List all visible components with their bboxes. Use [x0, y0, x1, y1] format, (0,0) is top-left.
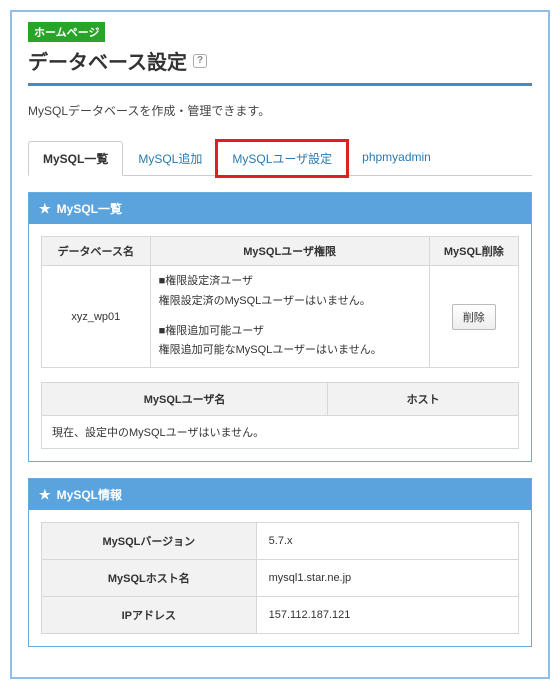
cell-userperm: ■権限設定済ユーザ 権限設定済のMySQLユーザーはいません。 ■権限追加可能ユ…: [150, 266, 429, 368]
info-ip-label: IPアドレス: [42, 597, 257, 634]
info-table: MySQLバージョン 5.7.x MySQLホスト名 mysql1.star.n…: [41, 522, 519, 634]
perm-set-block: ■権限設定済ユーザ 権限設定済のMySQLユーザーはいません。: [159, 272, 421, 312]
help-icon[interactable]: ?: [193, 54, 207, 68]
table-row: MySQLバージョン 5.7.x: [42, 523, 519, 560]
panel-mysql-info-title: MySQL情報: [57, 486, 122, 503]
db-table: データベース名 MySQLユーザ権限 MySQL削除 xyz_wp01 ■権限設…: [41, 236, 519, 368]
col-username: MySQLユーザ名: [42, 383, 328, 416]
perm-set-label: ■権限設定済ユーザ: [159, 272, 421, 292]
panel-mysql-info-body: MySQLバージョン 5.7.x MySQLホスト名 mysql1.star.n…: [29, 510, 531, 646]
col-userperm: MySQLユーザ権限: [150, 237, 429, 266]
info-ip-value: 157.112.187.121: [256, 597, 518, 634]
tab-mysql-add[interactable]: MySQL追加: [123, 141, 217, 176]
panel-mysql-list: ★ MySQL一覧 データベース名 MySQLユーザ権限 MySQL削除 xyz…: [28, 192, 532, 462]
info-host-value: mysql1.star.ne.jp: [256, 560, 518, 597]
col-host: ホスト: [328, 383, 519, 416]
col-dbname: データベース名: [42, 237, 151, 266]
intro-text: MySQLデータベースを作成・管理できます。: [28, 102, 532, 119]
info-version-label: MySQLバージョン: [42, 523, 257, 560]
table-row: IPアドレス 157.112.187.121: [42, 597, 519, 634]
panel-mysql-info-header: ★ MySQL情報: [29, 479, 531, 510]
cell-delete: 削除: [429, 266, 518, 368]
page-title: データベース設定 ?: [28, 46, 532, 75]
perm-add-block: ■権限追加可能ユーザ 権限追加可能なMySQLユーザーはいません。: [159, 322, 421, 362]
table-row: MySQLホスト名 mysql1.star.ne.jp: [42, 560, 519, 597]
info-version-value: 5.7.x: [256, 523, 518, 560]
panel-mysql-list-body: データベース名 MySQLユーザ権限 MySQL削除 xyz_wp01 ■権限設…: [29, 224, 531, 461]
star-icon: ★: [39, 202, 51, 215]
tab-bar: MySQL一覧 MySQL追加 MySQLユーザ設定 phpmyadmin: [28, 141, 532, 176]
user-table-empty: 現在、設定中のMySQLユーザはいません。: [42, 416, 519, 449]
section-badge: ホームページ: [28, 22, 105, 42]
info-host-label: MySQLホスト名: [42, 560, 257, 597]
perm-add-msg: 権限追加可能なMySQLユーザーはいません。: [159, 341, 421, 361]
col-delete: MySQL削除: [429, 237, 518, 266]
perm-set-msg: 権限設定済のMySQLユーザーはいません。: [159, 292, 421, 312]
tab-mysql-user-settings[interactable]: MySQLユーザ設定: [217, 141, 347, 176]
panel-mysql-list-title: MySQL一覧: [57, 200, 122, 217]
delete-button[interactable]: 削除: [452, 304, 496, 330]
tab-mysql-list[interactable]: MySQL一覧: [28, 141, 123, 176]
title-divider: [28, 83, 532, 86]
table-row: 現在、設定中のMySQLユーザはいません。: [42, 416, 519, 449]
perm-add-label: ■権限追加可能ユーザ: [159, 322, 421, 342]
page-container: ホームページ データベース設定 ? MySQLデータベースを作成・管理できます。…: [10, 10, 550, 679]
table-row: xyz_wp01 ■権限設定済ユーザ 権限設定済のMySQLユーザーはいません。…: [42, 266, 519, 368]
star-icon: ★: [39, 488, 51, 501]
tab-phpmyadmin[interactable]: phpmyadmin: [347, 141, 446, 176]
panel-mysql-info: ★ MySQL情報 MySQLバージョン 5.7.x MySQLホスト名 mys…: [28, 478, 532, 647]
panel-mysql-list-header: ★ MySQL一覧: [29, 193, 531, 224]
page-title-text: データベース設定: [28, 46, 187, 75]
cell-dbname: xyz_wp01: [42, 266, 151, 368]
user-table: MySQLユーザ名 ホスト 現在、設定中のMySQLユーザはいません。: [41, 382, 519, 449]
